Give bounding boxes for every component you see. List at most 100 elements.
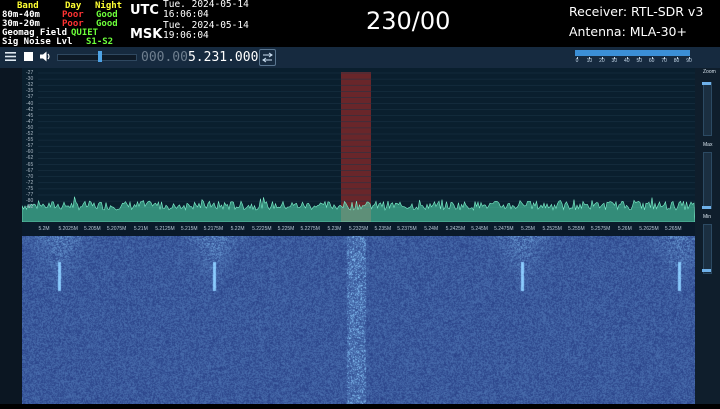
db-label: -82: [26, 204, 34, 211]
zoom-scale-label: 50: [636, 58, 642, 64]
noise-value: S1-S2: [86, 37, 114, 47]
spectrum-display[interactable]: -27 -30 -32 -35 -37 -40 -42 -45 -47 -50 -52 -55 -57-…: [21, 68, 696, 223]
frequency-scale-label: 5.255M: [568, 226, 585, 232]
db-label: -47: [26, 118, 34, 125]
swap-button[interactable]: [259, 49, 276, 66]
utc-label: UTC: [130, 3, 159, 18]
top-info-bar: Band Day Night 80m-40m Poor Good 30m-20m…: [0, 0, 720, 47]
frequency-scale-label: 5.2M: [38, 226, 50, 232]
tuned-passband-highlight: [341, 72, 371, 222]
speaker-icon: [40, 51, 50, 62]
zoom-slider[interactable]: [703, 82, 712, 136]
zoom-label: Zoom: [703, 69, 716, 75]
frequency-scale-label: 5.2625M: [639, 226, 659, 232]
db-label: -62: [26, 155, 34, 162]
db-label: -37: [26, 94, 34, 101]
noise-label: Sig Noise Lvl: [2, 37, 73, 47]
frequency-scale-label: 5.2125M: [155, 226, 175, 232]
waterfall-display[interactable]: [22, 236, 695, 404]
antenna-label: Antenna: MLA-30+: [569, 24, 687, 39]
frequency-scale-label: 5.2325M: [348, 226, 369, 232]
frequency-display[interactable]: 000.005.231.000: [141, 50, 258, 65]
volume-slider[interactable]: [57, 54, 137, 61]
swap-arrows-icon: [262, 52, 273, 63]
stop-button[interactable]: [22, 50, 35, 63]
frequency-scale-label: 5.2425M: [445, 226, 466, 232]
frequency-scale: 5.2M 5.2025M 5.205M 5.2075M 5.21M 5.2125M 5.21…: [22, 222, 695, 236]
left-side-panel: [0, 68, 22, 404]
utc-time: 16:06:04: [163, 9, 209, 20]
zoom-scale-label: 90: [686, 58, 692, 64]
frequency-value: 5.231.000: [187, 50, 259, 65]
frequency-scale-label: 5.2575M: [590, 226, 611, 232]
zoom-slider-thumb[interactable]: [702, 82, 711, 85]
zoom-scale-label: 20: [599, 58, 605, 64]
msk-time: 19:06:04: [163, 30, 209, 41]
frequency-scale-label: 5.245M: [471, 226, 488, 232]
frequency-scale-label: 5.235M: [374, 226, 392, 232]
frequency-scale-label: 5.205M: [84, 226, 101, 232]
db-label: -65: [26, 161, 34, 168]
zoom-scale-label: 40: [623, 58, 630, 64]
min-slider-thumb[interactable]: [702, 269, 711, 272]
min-slider[interactable]: [703, 224, 712, 274]
min-label: Min: [703, 214, 712, 220]
frequency-scale-label: 5.25M: [521, 226, 535, 232]
waterfall-canvas: [22, 236, 695, 404]
big-frequency: 230/00: [366, 7, 451, 35]
stop-icon: [24, 52, 33, 61]
frequency-scale-label: 5.2225M: [252, 226, 272, 232]
db-label: -55: [26, 137, 34, 144]
db-label: -35: [26, 88, 34, 95]
spectrum-plot: [21, 72, 696, 223]
frequency-scale-label: 5.2075M: [106, 226, 127, 232]
max-slider[interactable]: [703, 152, 712, 209]
frequency-scale-label: 5.2025M: [58, 226, 78, 232]
db-label: -50: [26, 124, 34, 131]
zoom-scale-label: 0: [575, 58, 579, 64]
db-label: -60: [26, 149, 34, 156]
db-label: -32: [26, 82, 34, 89]
max-label: Max: [703, 142, 713, 148]
frequency-scale-label: 5.215M: [180, 226, 198, 232]
db-label: -75: [26, 185, 34, 192]
db-label: -45: [26, 112, 34, 119]
msk-label: MSK: [130, 27, 163, 42]
frequency-scale-label: 5.22M: [230, 226, 245, 232]
db-label: -40: [26, 100, 34, 107]
db-label: -67: [26, 167, 34, 174]
db-label: -27: [26, 70, 34, 76]
volume-slider-thumb[interactable]: [98, 51, 102, 62]
zoom-scale-bar[interactable]: [575, 50, 690, 56]
db-label: -52: [26, 131, 34, 137]
hamburger-icon: [5, 52, 16, 61]
right-side-panel: Zoom Max Min: [695, 68, 720, 404]
frequency-scale-label: 5.2275M: [300, 226, 320, 232]
frequency-scale-label: 5.2375M: [397, 226, 417, 232]
zoom-scale-label: 60: [648, 58, 655, 64]
frequency-scale-label: 5.21M: [133, 226, 148, 232]
db-label: -57: [26, 143, 34, 150]
frequency-scale-label: 5.2475M: [494, 226, 514, 232]
zoom-scale-label: 30: [611, 58, 618, 64]
band-30m-20m-night: Good: [96, 19, 118, 29]
db-label: -72: [26, 179, 34, 186]
db-label: -30: [26, 76, 34, 83]
zoom-scale-label: 10: [586, 58, 593, 64]
frequency-dim-digits: 000.00: [141, 50, 188, 65]
max-slider-thumb[interactable]: [702, 206, 711, 209]
db-label: -42: [26, 106, 34, 113]
frequency-scale-label: 5.26M: [617, 226, 632, 232]
frequency-scale-label: 5.24M: [424, 226, 439, 232]
db-label: -80: [26, 198, 34, 205]
db-label: -70: [26, 173, 34, 180]
frequency-scale-label: 5.225M: [277, 226, 295, 232]
frequency-scale-label: 5.2175M: [203, 226, 224, 232]
zoom-scale-label: 80: [673, 58, 680, 64]
volume-button[interactable]: [39, 50, 52, 63]
frequency-scale-label: 5.23M: [327, 226, 342, 232]
zoom-scale-label: 70: [661, 58, 667, 64]
frequency-scale-label: 5.265M: [664, 226, 682, 232]
menu-button[interactable]: [4, 50, 17, 63]
toolbar: 000.005.231.000 0 10 20 30 40 50 60 70 80 90: [0, 47, 720, 68]
